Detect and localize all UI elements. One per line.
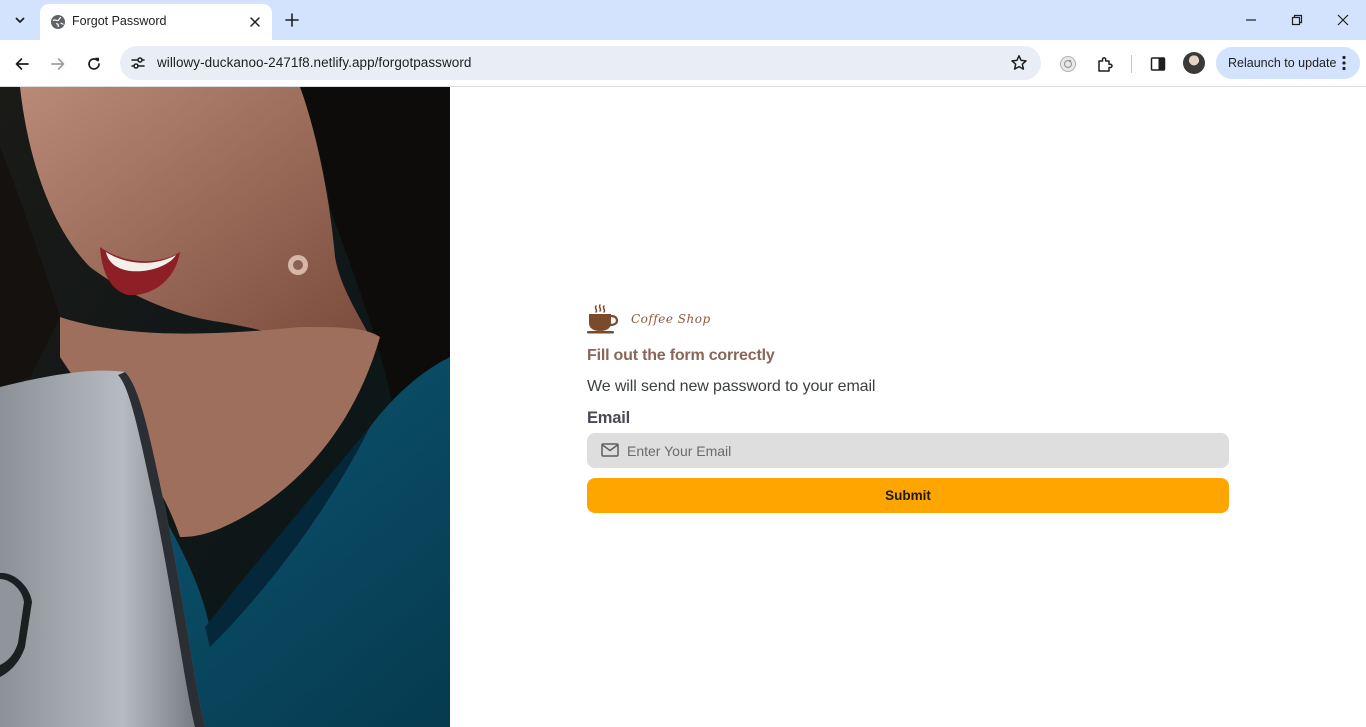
- close-window-button[interactable]: [1331, 8, 1355, 32]
- extensions-menu-button[interactable]: [1093, 52, 1117, 76]
- mail-icon: [601, 443, 619, 457]
- restore-button[interactable]: [1285, 8, 1309, 32]
- plus-icon: [285, 13, 299, 27]
- close-icon: [250, 17, 260, 27]
- back-button[interactable]: [10, 52, 34, 76]
- reload-icon: [88, 57, 100, 70]
- brand-name: Coffee Shop: [631, 312, 711, 326]
- puzzle-icon: [1098, 57, 1113, 72]
- restore-icon: [1291, 14, 1303, 26]
- side-panel-icon: [1150, 57, 1166, 71]
- minimize-button[interactable]: [1239, 8, 1263, 32]
- tab-search-button[interactable]: [8, 7, 32, 33]
- url-text[interactable]: willowy-duckanoo-2471f8.netlify.app/forg…: [157, 55, 471, 70]
- close-icon: [1337, 14, 1349, 26]
- extension-button[interactable]: [1056, 52, 1080, 76]
- star-icon: [1011, 55, 1027, 70]
- browser-toolbar: willowy-duckanoo-2471f8.netlify.app/forg…: [0, 40, 1366, 87]
- minimize-icon: [1246, 19, 1256, 21]
- bookmark-button[interactable]: [1009, 53, 1029, 73]
- chevron-down-icon: [15, 17, 25, 23]
- form-heading: Fill out the form correctly: [587, 347, 775, 364]
- address-bar[interactable]: willowy-duckanoo-2471f8.netlify.app/forg…: [120, 46, 1041, 80]
- brand-logo[interactable]: Coffee Shop: [587, 304, 711, 334]
- forward-button[interactable]: [46, 52, 70, 76]
- browser-tabstrip: Forgot Password: [0, 0, 1366, 40]
- tab-title: Forgot Password: [72, 14, 167, 28]
- reload-button[interactable]: [82, 52, 106, 76]
- toolbar-separator: [1131, 55, 1132, 73]
- side-panel-button[interactable]: [1146, 52, 1170, 76]
- submit-button[interactable]: Submit: [587, 478, 1229, 513]
- new-tab-button[interactable]: [282, 10, 302, 30]
- email-input[interactable]: [627, 433, 1217, 468]
- extension-badge-icon: [1060, 56, 1076, 72]
- hero-photo: [0, 87, 450, 727]
- email-label: Email: [587, 409, 631, 427]
- woman-with-laptop-image: [0, 87, 450, 727]
- site-info-button[interactable]: [126, 51, 150, 75]
- relaunch-button[interactable]: Relaunch to update: [1216, 47, 1360, 79]
- arrow-right-icon: [51, 58, 65, 70]
- profile-avatar[interactable]: [1183, 52, 1205, 74]
- more-vert-icon: [1342, 55, 1346, 71]
- email-field[interactable]: [587, 433, 1229, 468]
- relaunch-label: Relaunch to update: [1228, 56, 1337, 70]
- more-menu-button[interactable]: [1336, 53, 1352, 73]
- active-tab[interactable]: Forgot Password: [40, 4, 272, 40]
- globe-icon: [51, 15, 65, 29]
- tab-close-button[interactable]: [246, 13, 264, 31]
- coffee-cup-icon: [587, 304, 619, 334]
- form-subheading: We will send new password to your email: [587, 378, 876, 395]
- tune-icon: [131, 57, 145, 69]
- arrow-left-icon: [15, 58, 29, 70]
